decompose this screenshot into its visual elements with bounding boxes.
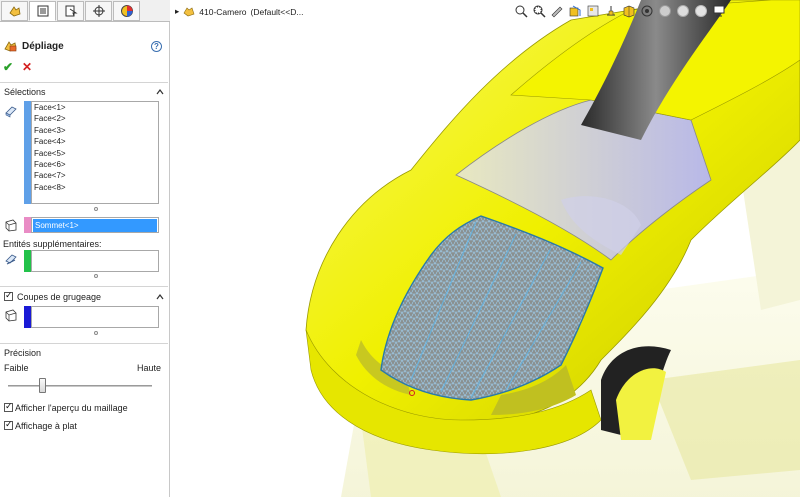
vertex-listbox[interactable]: Sommet<1> — [31, 217, 159, 233]
collapse-chevron-icon[interactable] — [156, 293, 164, 301]
zoom-fit-icon — [515, 5, 528, 18]
feature-title: Dépliage — [22, 41, 64, 52]
divider — [0, 343, 168, 344]
monitor-icon — [713, 5, 724, 16]
manager-tabbar — [0, 0, 170, 22]
property-manager-panel: Dépliage ? ✔ ✕ Sélections Face<1> Face<2>… — [0, 0, 170, 497]
extra-entities-listbox[interactable] — [31, 250, 159, 272]
view-orientation-button[interactable] — [603, 3, 618, 18]
tab-display-manager[interactable] — [113, 1, 140, 21]
face-list-item[interactable]: Face<8> — [32, 182, 158, 193]
relief-cuts-header: Coupes de grugeage — [17, 292, 102, 302]
dynamic-annotation-icon — [587, 5, 598, 16]
extra-entities-label: Entités supplémentaires: — [3, 239, 102, 249]
display-style-button[interactable] — [621, 3, 636, 18]
part-icon — [183, 7, 195, 17]
crosshair-icon — [92, 5, 105, 17]
resize-grip[interactable] — [94, 207, 98, 211]
relief-vertex-icon — [5, 309, 17, 322]
faces-listbox[interactable]: Face<1> Face<2> Face<3> Face<4> Face<5> Face<… — [31, 101, 159, 204]
hide-show-icon — [641, 5, 652, 16]
tab-feature-manager[interactable] — [1, 1, 28, 21]
resize-grip[interactable] — [94, 274, 98, 278]
view-orientation-icon — [606, 5, 615, 15]
vertex-item[interactable]: Sommet<1> — [33, 219, 157, 232]
face-list-item[interactable]: Face<5> — [32, 148, 158, 159]
appearance-icon — [120, 5, 133, 17]
face-selection-icon — [5, 106, 17, 118]
car-3d-model[interactable] — [171, 0, 800, 497]
edit-appearance-button[interactable] — [657, 3, 672, 18]
help-button[interactable]: ? — [151, 41, 162, 52]
display-style-icon — [623, 5, 634, 17]
edit-appearance-icon — [658, 4, 671, 17]
precision-header: Précision — [4, 348, 42, 358]
previous-view-button[interactable] — [549, 3, 564, 18]
relief-cuts-checkbox[interactable] — [4, 290, 13, 301]
selections-header: Sélections — [4, 87, 46, 97]
divider — [0, 286, 168, 287]
zoom-fit-button[interactable] — [513, 3, 528, 18]
mesh-preview-label: Afficher l'aperçu du maillage — [15, 403, 128, 413]
faces-color-strip — [24, 101, 31, 204]
vertex-selection-icon — [5, 219, 17, 232]
extra-entities-icon — [5, 254, 17, 265]
tab-property-manager[interactable] — [29, 1, 56, 21]
section-view-icon — [569, 5, 580, 16]
extra-color-strip — [24, 250, 31, 272]
zoom-area-button[interactable] — [531, 3, 546, 18]
flat-display-label: Affichage à plat — [15, 421, 77, 431]
face-list-item[interactable]: Face<2> — [32, 113, 158, 124]
resize-grip[interactable] — [94, 331, 98, 335]
feature-title-row: Dépliage — [4, 40, 64, 53]
flatten-feature-icon — [4, 41, 17, 52]
previous-view-icon — [551, 6, 562, 17]
faces-list: Face<1> Face<2> Face<3> Face<4> Face<5> Face<… — [32, 102, 158, 193]
precision-high-label: Haute — [137, 363, 162, 373]
precision-slider-track[interactable] — [8, 385, 152, 387]
divider — [0, 82, 168, 83]
tab-dimxpert-manager[interactable] — [85, 1, 112, 21]
graphics-viewport[interactable]: ▸ 410-Camero (Default<<D... — [171, 0, 800, 497]
face-list-item[interactable]: Face<3> — [32, 125, 158, 136]
face-list-item[interactable]: Face<7> — [32, 170, 158, 181]
expand-arrow-icon[interactable]: ▸ — [175, 6, 179, 17]
apply-scene-button[interactable] — [675, 3, 690, 18]
mesh-preview-checkbox[interactable] — [4, 401, 13, 412]
dynamic-annotation-button[interactable] — [585, 3, 600, 18]
precision-slider-thumb[interactable] — [39, 378, 47, 393]
hide-show-button[interactable] — [639, 3, 654, 18]
feature-tree-icon — [8, 6, 20, 17]
relief-color-strip — [24, 306, 31, 328]
vertex-color-strip — [24, 217, 31, 233]
apply-scene-icon — [676, 4, 689, 17]
configuration-name[interactable]: (Default<<D... — [251, 7, 304, 17]
monitor-button[interactable] — [711, 3, 726, 18]
cancel-button[interactable]: ✕ — [22, 60, 32, 74]
face-list-item[interactable]: Face<6> — [32, 159, 158, 170]
view-settings-icon — [694, 4, 707, 17]
collapse-chevron-icon[interactable] — [156, 88, 164, 96]
ok-button[interactable]: ✔ — [3, 60, 13, 74]
flat-display-checkbox[interactable] — [4, 419, 13, 430]
view-settings-button[interactable] — [693, 3, 708, 18]
relief-listbox[interactable] — [31, 306, 159, 328]
face-list-item[interactable]: Face<1> — [32, 102, 158, 113]
zoom-area-icon — [533, 5, 546, 18]
property-manager-icon — [37, 5, 48, 17]
precision-low-label: Faible — [4, 363, 29, 373]
tab-configuration-manager[interactable] — [57, 1, 84, 21]
heads-up-view-toolbar — [513, 3, 726, 18]
section-view-button[interactable] — [567, 3, 582, 18]
breadcrumb: ▸ 410-Camero (Default<<D... — [175, 6, 303, 17]
configuration-icon — [65, 5, 78, 17]
part-name[interactable]: 410-Camero — [199, 7, 246, 17]
face-list-item[interactable]: Face<4> — [32, 136, 158, 147]
